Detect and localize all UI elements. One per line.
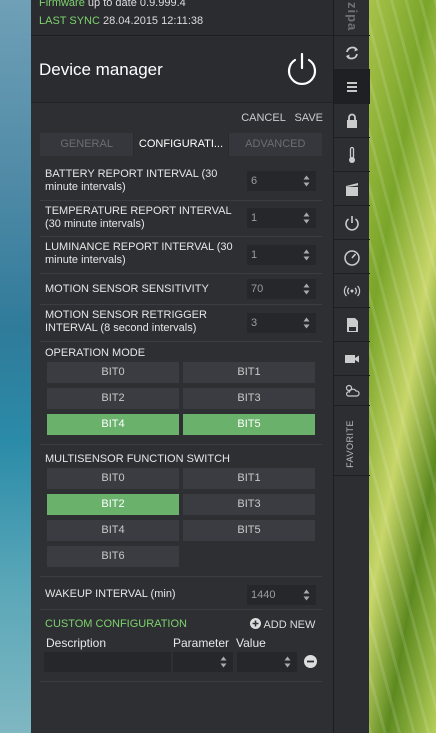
add-new-button[interactable]: ADD NEW	[250, 618, 315, 631]
stepper-value: 1	[251, 249, 258, 261]
divider	[40, 576, 322, 577]
stepper-arrows-icon[interactable]	[220, 655, 227, 669]
favorite-tab[interactable]: FAVORITE	[334, 406, 370, 476]
sync-time: 28.04.2015 12:11:38	[103, 15, 204, 27]
sync-icon[interactable]	[334, 36, 370, 70]
gauge-icon[interactable]	[334, 240, 370, 274]
stepper-value: 1440	[251, 589, 276, 601]
operation-bit3-toggle[interactable]: BIT3	[183, 388, 315, 409]
camera-icon[interactable]	[334, 342, 370, 376]
stepper-arrows-icon[interactable]	[303, 174, 310, 188]
setting-label: BATTERY REPORT INTERVAL (30 minute inter…	[45, 168, 218, 193]
value-stepper[interactable]	[237, 652, 297, 672]
luminance-interval-stepper[interactable]: 1	[247, 245, 316, 265]
remove-circle-icon[interactable]	[304, 655, 317, 668]
setting-row-luminance: LUMINANCE REPORT INTERVAL (30 minute int…	[40, 237, 322, 274]
page-title: Device manager	[39, 60, 163, 79]
stepper-arrows-icon[interactable]	[303, 248, 310, 262]
setting-row-battery: BATTERY REPORT INTERVAL (30 minute inter…	[40, 163, 322, 201]
lock-icon[interactable]	[334, 104, 370, 138]
function-bit6-toggle[interactable]: BIT6	[47, 546, 179, 567]
save-button[interactable]: SAVE	[294, 112, 323, 124]
setting-row-temperature: TEMPERATURE REPORT INTERVAL (30 minute i…	[40, 201, 322, 237]
tab-advanced[interactable]: ADVANCED	[229, 133, 322, 156]
operation-bit4-toggle[interactable]: BIT4	[47, 414, 179, 435]
tab-general[interactable]: GENERAL	[40, 133, 133, 156]
setting-row-motion-sensitivity: MOTION SENSOR SENSITIVITY 70	[40, 274, 322, 305]
setting-label: MOTION SENSOR RETRIGGER INTERVAL (8 seco…	[45, 309, 207, 334]
function-bit5-toggle[interactable]: BIT5	[183, 520, 315, 541]
brand-logo: zipa	[334, 0, 370, 36]
description-input[interactable]	[44, 652, 171, 672]
status-bar: Firmware up to date 0.9.999.4 LAST SYNC …	[31, 0, 333, 36]
power-icon[interactable]	[285, 51, 319, 87]
add-new-label: ADD NEW	[263, 619, 316, 631]
device-manager-panel: Firmware up to date 0.9.999.4 LAST SYNC …	[31, 0, 333, 733]
operation-mode-label: OPERATION MODE	[45, 347, 146, 359]
column-description: Description	[46, 636, 107, 650]
divider	[40, 681, 322, 682]
stepper-value: 3	[251, 317, 258, 329]
plus-circle-icon	[250, 618, 261, 629]
setting-label: TEMPERATURE REPORT INTERVAL (30 minute i…	[45, 205, 232, 230]
setting-label: MOTION SENSOR SENSITIVITY	[45, 283, 209, 295]
function-bit2-toggle[interactable]: BIT2	[47, 494, 179, 515]
stepper-arrows-icon[interactable]	[303, 316, 310, 330]
stepper-value: 6	[251, 175, 258, 187]
custom-configuration-title: CUSTOM CONFIGURATION	[45, 618, 187, 630]
signal-icon[interactable]	[334, 274, 370, 308]
power-icon[interactable]	[334, 206, 370, 240]
sync-label: LAST SYNC	[39, 15, 100, 27]
setting-label: LUMINANCE REPORT INTERVAL (30 minute int…	[45, 241, 233, 266]
parameter-stepper[interactable]	[173, 652, 233, 672]
firmware-status: up to date 0.9.999.4	[87, 0, 186, 9]
function-bit3-toggle[interactable]: BIT3	[183, 494, 315, 515]
motion-sensitivity-stepper[interactable]: 70	[247, 279, 316, 299]
menu-icon[interactable]	[334, 70, 370, 104]
desktop-background-right	[369, 0, 436, 733]
panel-header: Device manager	[31, 37, 333, 103]
function-bit1-toggle[interactable]: BIT1	[183, 468, 315, 489]
stepper-arrows-icon[interactable]	[303, 282, 310, 296]
retrigger-interval-stepper[interactable]: 3	[247, 313, 316, 333]
operation-bit5-toggle[interactable]: BIT5	[183, 414, 315, 435]
desktop-background-left	[0, 0, 31, 733]
setting-row-wakeup: WAKEUP INTERVAL (min) 1440	[40, 580, 322, 610]
operation-bit1-toggle[interactable]: BIT1	[183, 362, 315, 383]
divider	[40, 444, 322, 445]
sd-card-icon[interactable]	[334, 308, 370, 342]
operation-bit2-toggle[interactable]: BIT2	[47, 388, 179, 409]
weather-icon[interactable]	[334, 376, 370, 406]
firmware-label: Firmware	[39, 0, 85, 9]
operation-bit0-toggle[interactable]: BIT0	[47, 362, 179, 383]
thermometer-icon[interactable]	[334, 138, 370, 172]
column-value: Value	[236, 636, 266, 650]
stepper-arrows-icon[interactable]	[303, 211, 310, 225]
right-sidebar: zipa FAVORITE	[333, 0, 370, 733]
stepper-arrows-icon[interactable]	[284, 655, 291, 669]
temperature-interval-stepper[interactable]: 1	[247, 208, 316, 228]
brand-text: zipa	[345, 2, 360, 32]
battery-interval-stepper[interactable]: 6	[247, 171, 316, 191]
stepper-arrows-icon[interactable]	[303, 588, 310, 602]
wakeup-interval-stepper[interactable]: 1440	[247, 585, 316, 605]
stepper-value: 1	[251, 212, 258, 224]
tab-configuration[interactable]: CONFIGURATI...	[133, 133, 229, 156]
tab-bar: GENERAL CONFIGURATI... ADVANCED	[40, 133, 322, 156]
setting-row-retrigger: MOTION SENSOR RETRIGGER INTERVAL (8 seco…	[40, 305, 322, 342]
stepper-value: 70	[251, 283, 264, 295]
column-parameter: Parameter	[173, 636, 230, 650]
function-bit4-toggle[interactable]: BIT4	[47, 520, 179, 541]
clapperboard-icon[interactable]	[334, 172, 370, 206]
action-bar: CANCEL SAVE	[235, 112, 323, 124]
favorite-label: FAVORITE	[345, 420, 355, 468]
cancel-button[interactable]: CANCEL	[241, 112, 285, 124]
setting-label: WAKEUP INTERVAL (min)	[45, 588, 176, 600]
function-bit0-toggle[interactable]: BIT0	[47, 468, 179, 489]
function-switch-label: MULTISENSOR FUNCTION SWITCH	[45, 453, 230, 465]
